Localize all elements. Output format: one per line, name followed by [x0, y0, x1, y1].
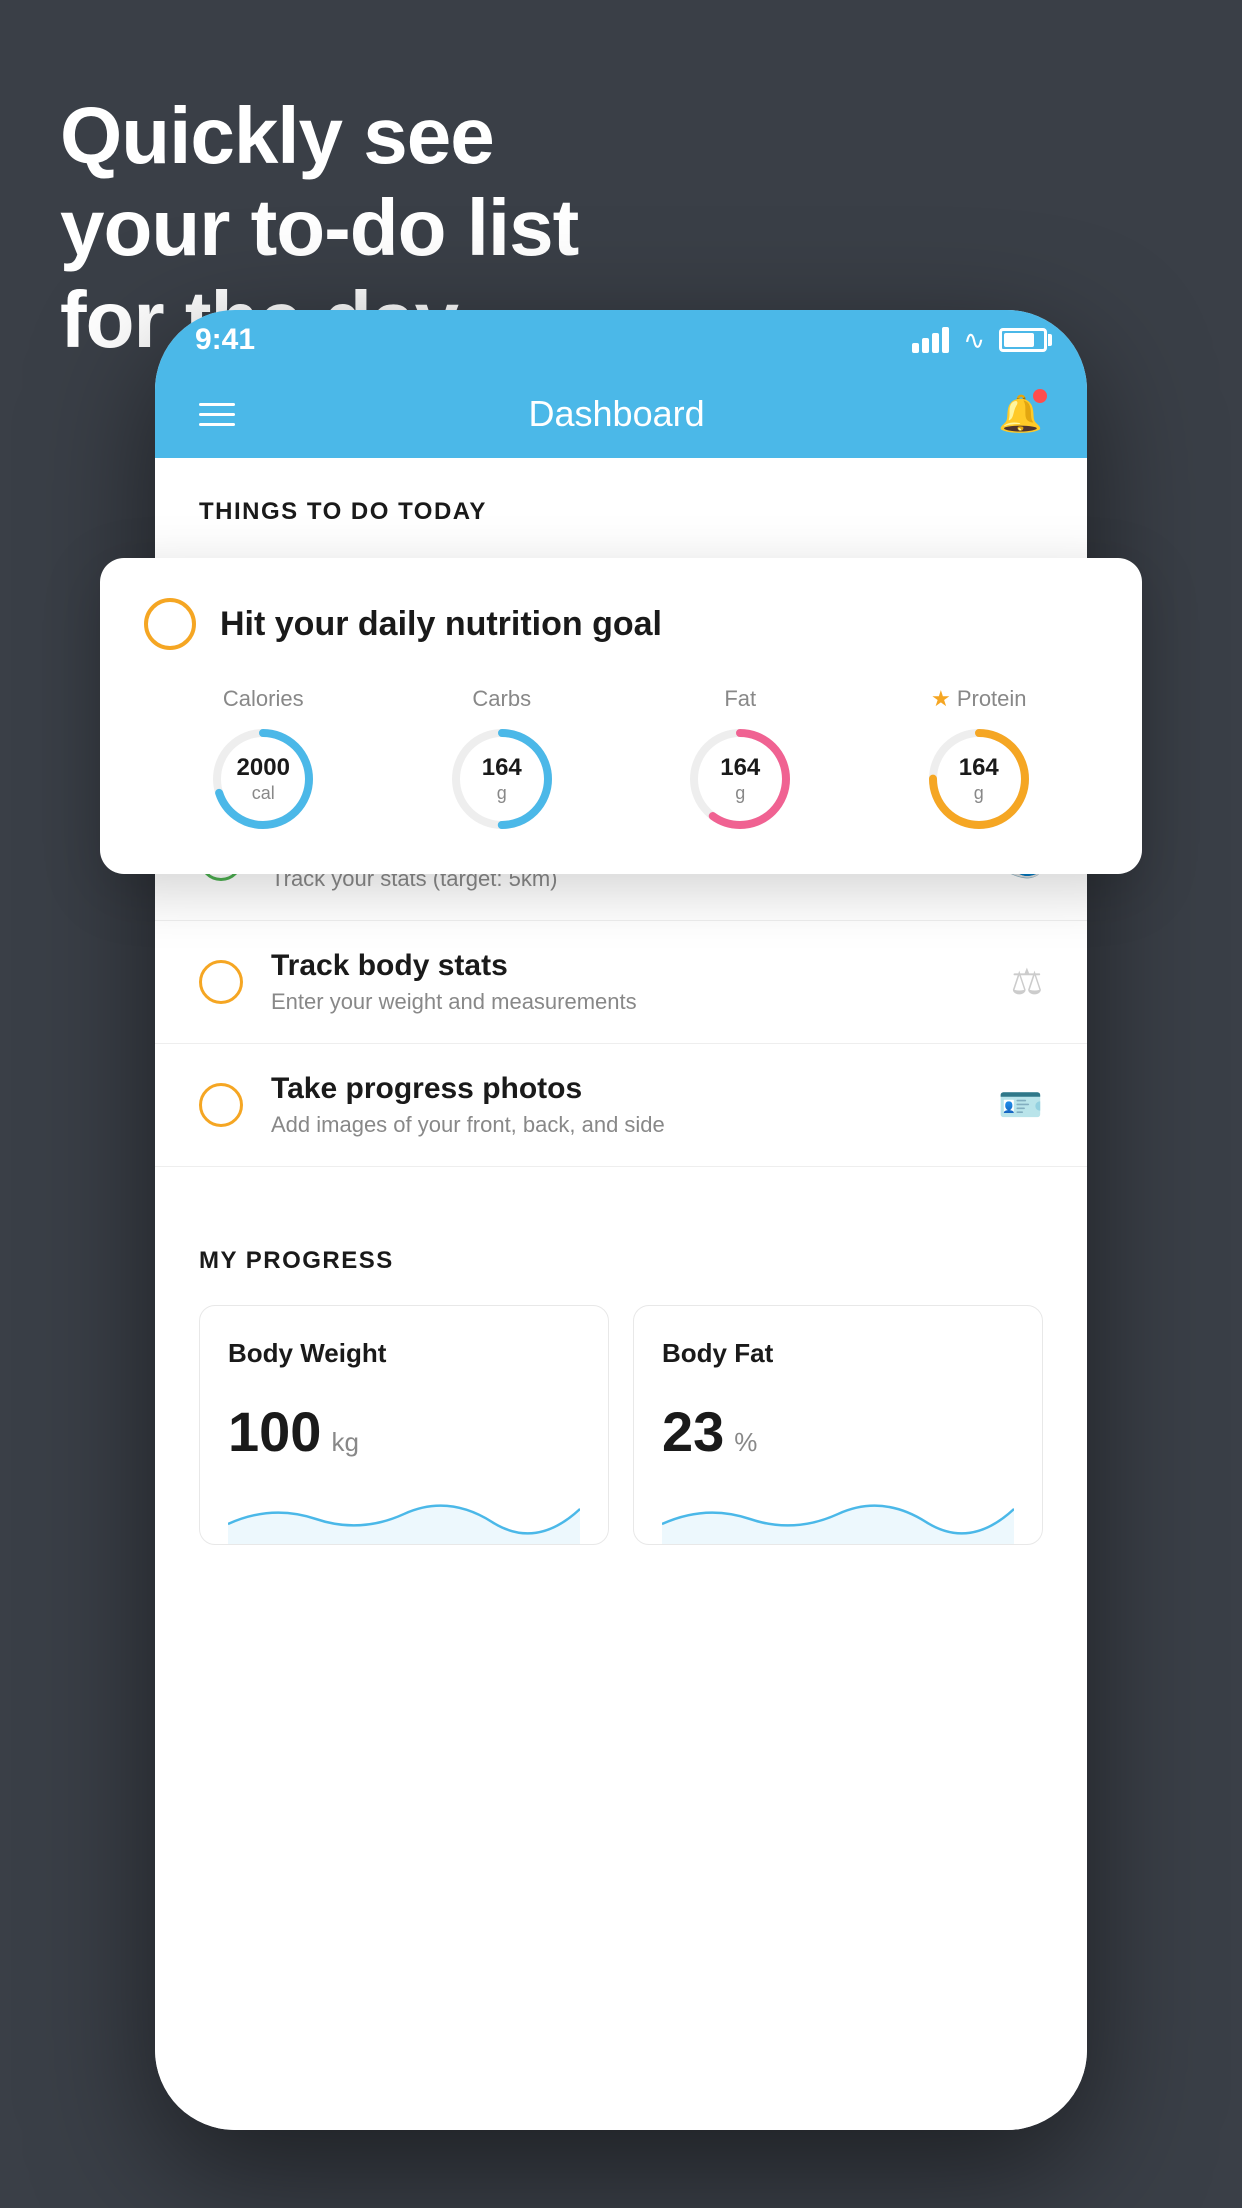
donut-ring: 2000 cal [208, 724, 318, 834]
donut-label: 2000 cal [237, 754, 290, 804]
nutrition-stat-item: Calories 2000 cal [208, 686, 318, 834]
stat-unit: g [720, 783, 760, 805]
nav-title: Dashboard [529, 393, 705, 435]
todo-circle [199, 1083, 243, 1127]
donut-ring: 164 g [685, 724, 795, 834]
nutrition-stat-item: Fat 164 g [685, 686, 795, 834]
progress-section: MY PROGRESS Body Weight 100 kg Body Fat … [155, 1207, 1087, 1585]
progress-value: 23 [662, 1399, 724, 1464]
stat-label: Calories [223, 686, 304, 712]
nutrition-card-title-row: Hit your daily nutrition goal [144, 598, 1098, 650]
status-icons: ∿ [912, 325, 1047, 356]
stat-value: 164 [482, 754, 522, 783]
donut-label: 164 g [720, 754, 760, 804]
things-today-header: THINGS TO DO TODAY [155, 458, 1087, 550]
progress-chart [228, 1484, 580, 1544]
progress-card[interactable]: Body Fat 23 % [633, 1305, 1043, 1545]
wifi-icon: ∿ [963, 325, 985, 356]
notification-button[interactable]: 🔔 [998, 393, 1043, 435]
progress-chart [662, 1484, 1014, 1544]
todo-action-icon: ⚖ [1011, 961, 1043, 1003]
todo-circle [199, 960, 243, 1004]
nutrition-stat-item: Protein 164 g [924, 686, 1034, 834]
stat-unit: g [959, 783, 999, 805]
donut-label: 164 g [482, 754, 522, 804]
todo-title: Track body stats [271, 949, 991, 983]
todo-text: Track body stats Enter your weight and m… [271, 949, 991, 1015]
progress-card-title: Body Fat [662, 1338, 1014, 1369]
progress-value-row: 100 kg [228, 1399, 580, 1464]
nutrition-stat-item: Carbs 164 g [447, 686, 557, 834]
progress-value-row: 23 % [662, 1399, 1014, 1464]
todo-item[interactable]: Track body stats Enter your weight and m… [155, 921, 1087, 1044]
todo-action-icon: 🪪 [998, 1084, 1043, 1126]
progress-cards: Body Weight 100 kg Body Fat 23 % [199, 1305, 1043, 1545]
progress-unit: % [734, 1427, 757, 1458]
stat-value: 2000 [237, 754, 290, 783]
progress-header: MY PROGRESS [199, 1247, 1043, 1275]
progress-card[interactable]: Body Weight 100 kg [199, 1305, 609, 1545]
nav-bar: Dashboard 🔔 [155, 370, 1087, 458]
stat-unit: cal [237, 783, 290, 805]
todo-subtitle: Enter your weight and measurements [271, 989, 991, 1015]
menu-button[interactable] [199, 403, 235, 426]
signal-icon [912, 327, 949, 353]
notification-badge [1033, 389, 1047, 403]
todo-text: Take progress photos Add images of your … [271, 1072, 978, 1138]
progress-card-title: Body Weight [228, 1338, 580, 1369]
donut-label: 164 g [959, 754, 999, 804]
nutrition-stats: Calories 2000 cal Carbs 164 g Fat [144, 686, 1098, 834]
nutrition-check-circle[interactable] [144, 598, 196, 650]
todo-item[interactable]: Take progress photos Add images of your … [155, 1044, 1087, 1167]
todo-subtitle: Add images of your front, back, and side [271, 1112, 978, 1138]
progress-value: 100 [228, 1399, 321, 1464]
progress-unit: kg [331, 1427, 358, 1458]
battery-icon [999, 328, 1047, 352]
donut-ring: 164 g [447, 724, 557, 834]
stat-value: 164 [959, 754, 999, 783]
nutrition-card: Hit your daily nutrition goal Calories 2… [100, 558, 1142, 874]
status-time: 9:41 [195, 323, 255, 357]
stat-unit: g [482, 783, 522, 805]
todo-title: Take progress photos [271, 1072, 978, 1106]
status-bar: 9:41 ∿ [155, 310, 1087, 370]
nutrition-card-title: Hit your daily nutrition goal [220, 605, 662, 644]
stat-label: Fat [724, 686, 756, 712]
stat-label: Protein [931, 686, 1027, 712]
donut-ring: 164 g [924, 724, 1034, 834]
stat-label: Carbs [472, 686, 531, 712]
stat-value: 164 [720, 754, 760, 783]
